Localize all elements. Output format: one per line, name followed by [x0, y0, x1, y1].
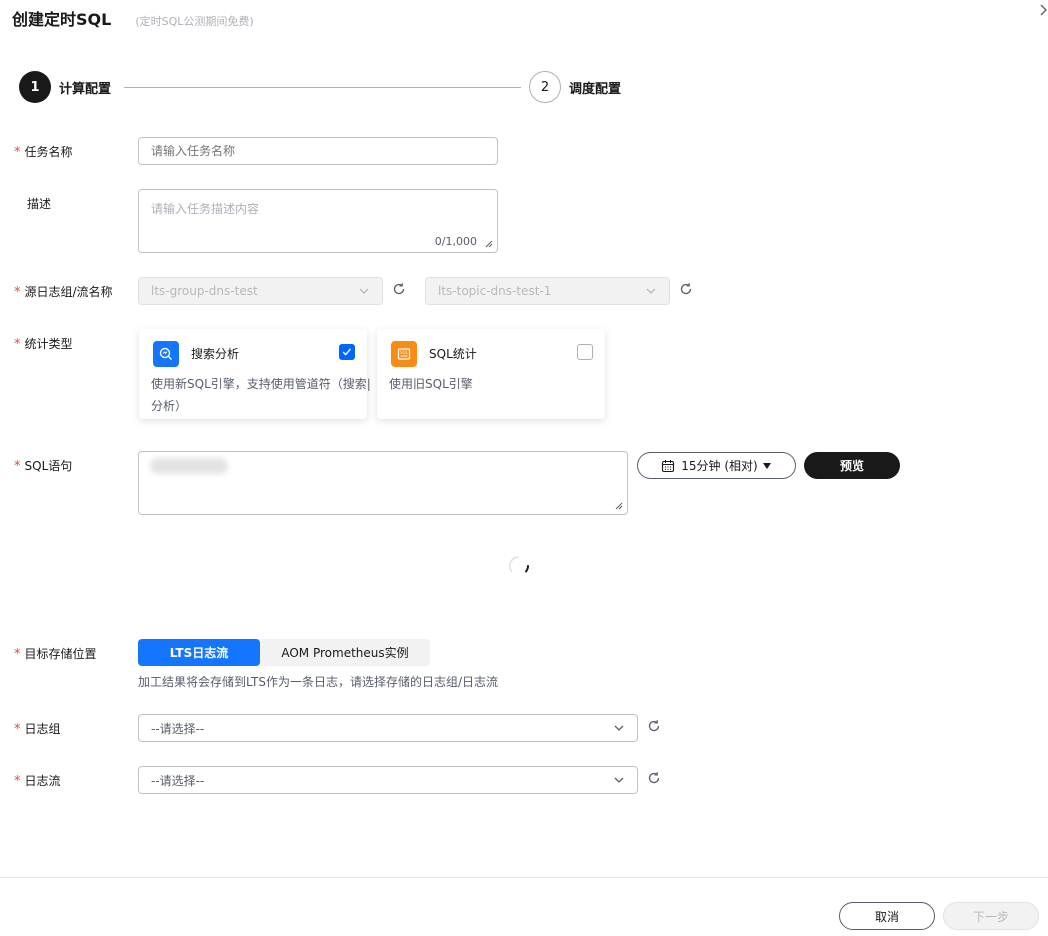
stat-option-search-analysis[interactable]: 搜索分析 使用新SQL引擎，支持使用管道符（搜索|分析）	[139, 329, 371, 419]
log-stream-label: * 日志流	[14, 774, 61, 789]
sql-label: * SQL语句	[14, 459, 73, 474]
description-placeholder: 请输入任务描述内容	[151, 202, 260, 216]
stat-option-checkbox[interactable]	[577, 344, 593, 360]
target-label: * 目标存储位置	[14, 647, 97, 662]
stat-option-desc: 使用旧SQL引擎	[389, 377, 473, 391]
description-label: 描述	[27, 197, 52, 211]
stat-option-sql[interactable]: SQL SQL统计 使用旧SQL引擎	[377, 329, 605, 419]
chevron-down-icon	[614, 777, 624, 783]
required-mark: *	[14, 145, 21, 160]
chevron-down-icon	[359, 288, 369, 294]
refresh-icon[interactable]	[647, 719, 661, 733]
sql-content-blurred	[150, 458, 228, 474]
stat-option-checkbox[interactable]	[339, 344, 355, 360]
required-mark: *	[14, 774, 21, 789]
stat-option-title: SQL统计	[429, 347, 477, 361]
step-2-label: 调度配置	[569, 82, 622, 97]
log-stream-placeholder: --请选择--	[151, 773, 205, 788]
description-textarea[interactable]: 请输入任务描述内容 0/1,000	[138, 189, 498, 253]
search-analysis-icon	[153, 341, 179, 367]
log-stream-select[interactable]: --请选择--	[138, 766, 638, 794]
source-label: * 源日志组/流名称	[14, 285, 113, 300]
footer-divider	[0, 877, 1048, 878]
log-group-select[interactable]: --请选择--	[138, 714, 638, 742]
time-range-button[interactable]: 15分钟 (相对)	[637, 452, 796, 479]
sql-stat-icon: SQL	[391, 341, 417, 367]
loading-spinner-icon	[508, 556, 529, 573]
calendar-icon	[662, 459, 675, 472]
chevron-down-icon	[614, 725, 624, 731]
log-group-label: * 日志组	[14, 722, 61, 737]
refresh-icon[interactable]	[647, 771, 661, 785]
chevron-down-icon	[646, 288, 656, 294]
task-name-label: * 任务名称	[14, 145, 73, 160]
log-group-placeholder: --请选择--	[151, 721, 205, 736]
description-counter: 0/1,000	[434, 235, 477, 248]
tab-aom-prometheus[interactable]: AOM Prometheus实例	[260, 639, 430, 666]
tab-lts-stream[interactable]: LTS日志流	[138, 639, 260, 666]
step-2-circle: 2	[529, 71, 561, 103]
dialog-title: 创建定时SQL	[12, 10, 112, 29]
source-group-value: lts-group-dns-test	[151, 284, 258, 298]
collapse-chevron-icon[interactable]	[1038, 2, 1048, 18]
required-mark: *	[14, 647, 21, 662]
step-indicator: 1 计算配置 2 调度配置	[19, 71, 639, 103]
source-group-select: lts-group-dns-test	[138, 277, 383, 305]
source-stream-value: lts-topic-dns-test-1	[438, 284, 552, 298]
step-1-circle: 1	[19, 71, 51, 103]
required-mark: *	[14, 285, 21, 300]
resize-handle-icon[interactable]	[485, 240, 493, 248]
stat-type-label: * 统计类型	[14, 337, 73, 352]
dialog-header: 创建定时SQL (定时SQL公测期间免费)	[12, 6, 254, 30]
required-mark: *	[14, 459, 21, 474]
caret-down-icon	[762, 462, 771, 469]
refresh-icon[interactable]	[679, 282, 693, 296]
cancel-button[interactable]: 取消	[839, 902, 935, 930]
required-mark: *	[14, 722, 21, 737]
step-1-label: 计算配置	[59, 82, 112, 97]
target-hint: 加工结果将会存储到LTS作为一条日志，请选择存储的日志组/日志流	[138, 675, 499, 689]
dialog-subtitle: (定时SQL公测期间免费)	[135, 15, 254, 28]
stat-option-title: 搜索分析	[191, 347, 240, 361]
next-step-button[interactable]: 下一步	[943, 902, 1039, 930]
step-connector	[124, 87, 521, 88]
time-range-value: 15分钟 (相对)	[681, 459, 758, 473]
source-stream-select: lts-topic-dns-test-1	[425, 277, 670, 305]
preview-button[interactable]: 预览	[804, 452, 900, 479]
refresh-icon[interactable]	[392, 282, 406, 296]
svg-text:SQL: SQL	[400, 350, 409, 355]
task-name-input[interactable]	[138, 137, 498, 165]
resize-handle-icon[interactable]	[615, 502, 623, 510]
stat-option-desc: 使用新SQL引擎，支持使用管道符（搜索|分析）	[151, 377, 371, 413]
required-mark: *	[14, 337, 21, 352]
